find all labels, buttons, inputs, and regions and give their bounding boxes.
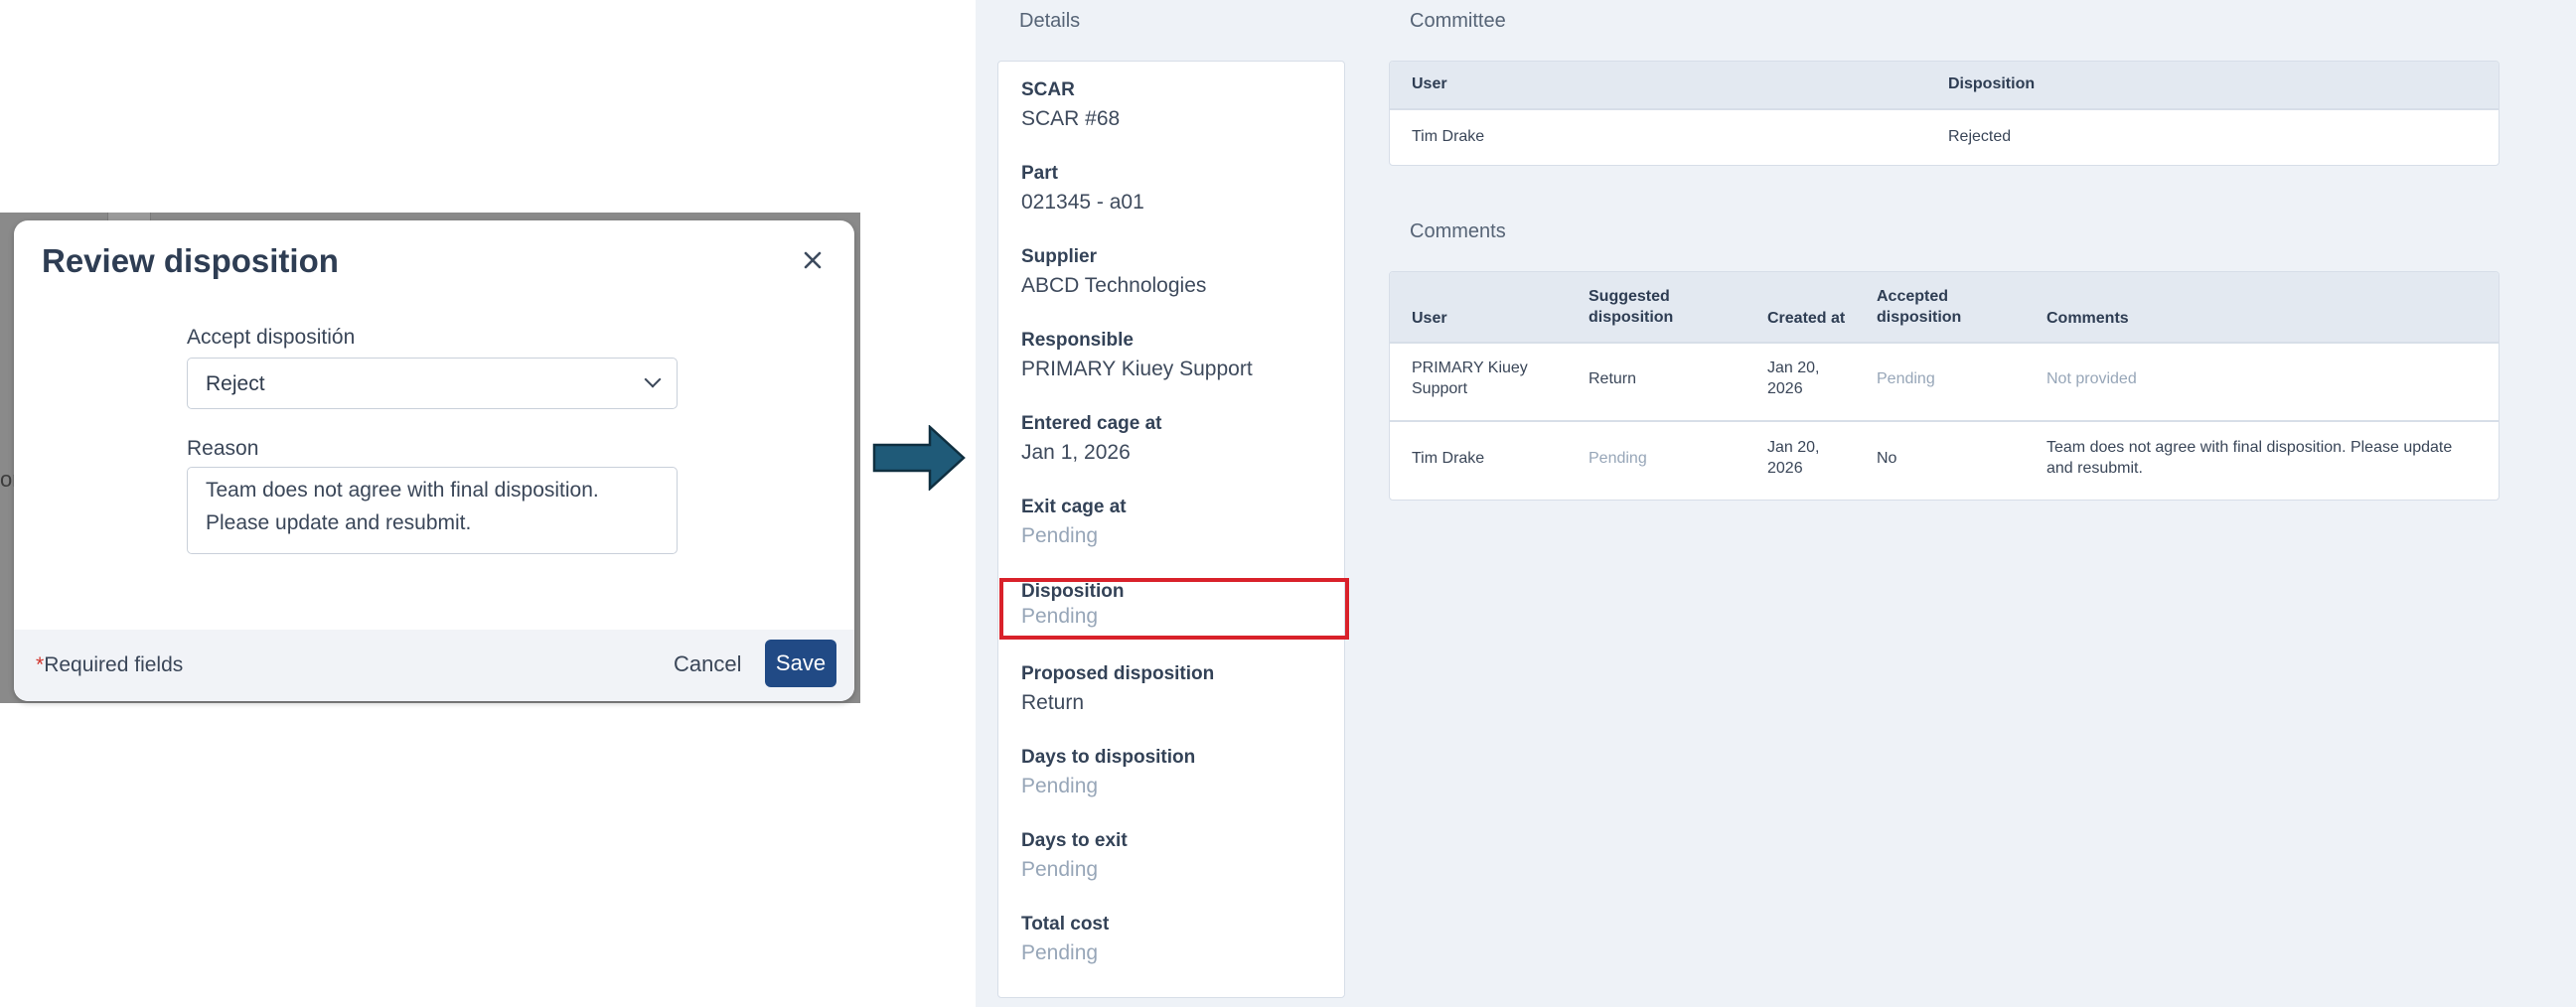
committee-user-cell: Tim Drake	[1412, 128, 1485, 145]
comments-table: User Suggested disposition Created at Ac…	[1389, 271, 2500, 501]
detail-label: Supplier	[1021, 246, 1098, 267]
comment-created-cell: Jan 20, 2026	[1767, 437, 1819, 479]
detail-value: 021345 - a01	[1021, 191, 1144, 214]
dialog-title: Review disposition	[42, 242, 339, 279]
comments-section-title: Comments	[1410, 220, 1506, 242]
comment-accepted-cell: Pending	[1877, 370, 1935, 387]
comment-created-cell: Jan 20, 2026	[1767, 358, 1819, 399]
required-fields-note: *Required fields	[36, 653, 183, 677]
detail-label: Part	[1021, 163, 1058, 184]
required-asterisk: *	[36, 653, 45, 676]
column-header-user: User	[1412, 310, 1447, 327]
reason-textarea[interactable]: Team does not agree with final dispositi…	[187, 467, 678, 554]
chevron-down-icon	[644, 370, 662, 388]
header-line: disposition	[1589, 309, 1674, 326]
detail-value: Return	[1021, 691, 1085, 714]
comment-user-cell: PRIMARY Kiuey Support	[1412, 358, 1528, 399]
detail-label: Proposed disposition	[1021, 663, 1215, 684]
detail-value: PRIMARY Kiuey Support	[1021, 358, 1253, 380]
save-button[interactable]: Save	[765, 640, 836, 687]
accept-disposition-label: Accept dispositión	[187, 326, 356, 349]
detail-exit-cage-at: Exit cage at Pending	[1021, 497, 1127, 548]
column-header-user: User	[1412, 75, 1447, 92]
column-header-comments: Comments	[2046, 310, 2129, 327]
comment-suggested-cell: Pending	[1589, 450, 1647, 467]
committee-section-title: Committee	[1410, 10, 1506, 32]
row-divider	[1390, 108, 2499, 110]
detail-total-cost: Total cost Pending	[1021, 914, 1109, 965]
cell-line: and resubmit.	[2046, 460, 2143, 477]
dialog-footer: *Required fields Cancel Save	[14, 630, 854, 701]
header-line: disposition	[1877, 309, 1962, 326]
detail-value: Pending	[1021, 941, 1099, 964]
detail-days-to-exit: Days to exit Pending	[1021, 830, 1128, 882]
reason-text-line: Team does not agree with final dispositi…	[206, 479, 599, 502]
column-header-suggested-disposition: Suggested disposition	[1589, 286, 1673, 328]
column-header-accepted-disposition: Accepted disposition	[1877, 286, 1961, 328]
cell-line: Team does not agree with final dispositi…	[2046, 439, 2453, 456]
detail-label: Exit cage at	[1021, 497, 1127, 517]
detail-value: Pending	[1021, 775, 1099, 797]
comment-text-cell: Team does not agree with final dispositi…	[2046, 437, 2452, 479]
comment-text-cell: Not provided	[2046, 370, 2137, 387]
review-disposition-dialog: Review disposition Accept dispositión Re…	[14, 220, 854, 701]
detail-label: SCAR	[1021, 79, 1075, 100]
disposition-highlight-box	[999, 578, 1349, 640]
accept-disposition-select[interactable]: Reject	[187, 358, 678, 409]
table-header-row: User Suggested disposition Created at Ac…	[1390, 272, 2499, 342]
cell-line: PRIMARY Kiuey	[1412, 360, 1528, 376]
column-header-created-at: Created at	[1767, 310, 1846, 327]
header-line: Accepted	[1877, 288, 1949, 305]
accept-disposition-value: Reject	[206, 372, 265, 395]
detail-proposed-disposition: Proposed disposition Return	[1021, 663, 1214, 715]
detail-part: Part 021345 - a01	[1021, 163, 1144, 215]
detail-label: Days to disposition	[1021, 747, 1196, 768]
committee-table: User Disposition Tim Drake Rejected	[1389, 61, 2500, 166]
header-line: Suggested	[1589, 288, 1670, 305]
cell-line: 2026	[1767, 460, 1803, 477]
required-fields-text: Required fields	[44, 653, 184, 676]
detail-scar: SCAR SCAR #68	[1021, 79, 1120, 131]
detail-value: Jan 1, 2026	[1021, 441, 1131, 464]
close-icon[interactable]	[801, 248, 825, 272]
row-divider	[1390, 420, 2499, 422]
table-header-row: User Disposition	[1390, 62, 2499, 108]
detail-value: Pending	[1021, 858, 1099, 881]
detail-entered-cage-at: Entered cage at Jan 1, 2026	[1021, 413, 1162, 465]
detail-label: Responsible	[1021, 330, 1134, 351]
column-header-disposition: Disposition	[1948, 75, 2036, 92]
reason-text-line: Please update and resubmit.	[206, 511, 472, 534]
cell-line: Support	[1412, 380, 1468, 397]
cell-line: Jan 20,	[1767, 360, 1820, 376]
comment-user-cell: Tim Drake	[1412, 450, 1485, 467]
detail-value: SCAR #68	[1021, 107, 1121, 130]
detail-label: Total cost	[1021, 914, 1110, 935]
comment-accepted-cell: No	[1877, 450, 1897, 467]
row-divider	[1390, 342, 2499, 344]
committee-disposition-cell: Rejected	[1948, 128, 2012, 145]
detail-value: ABCD Technologies	[1021, 274, 1207, 297]
detail-label: Days to exit	[1021, 830, 1128, 851]
cancel-button[interactable]: Cancel	[674, 651, 741, 677]
detail-label: Entered cage at	[1021, 413, 1162, 434]
cell-line: 2026	[1767, 380, 1803, 397]
comment-suggested-cell: Return	[1589, 370, 1637, 387]
cell-line: Jan 20,	[1767, 439, 1820, 456]
detail-responsible: Responsible PRIMARY Kiuey Support	[1021, 330, 1253, 381]
reason-label: Reason	[187, 437, 259, 460]
arrow-right-icon	[872, 425, 966, 491]
detail-value: Pending	[1021, 524, 1099, 547]
detail-days-to-disposition: Days to disposition Pending	[1021, 747, 1195, 798]
detail-supplier: Supplier ABCD Technologies	[1021, 246, 1206, 298]
details-section-title: Details	[1019, 10, 1081, 32]
